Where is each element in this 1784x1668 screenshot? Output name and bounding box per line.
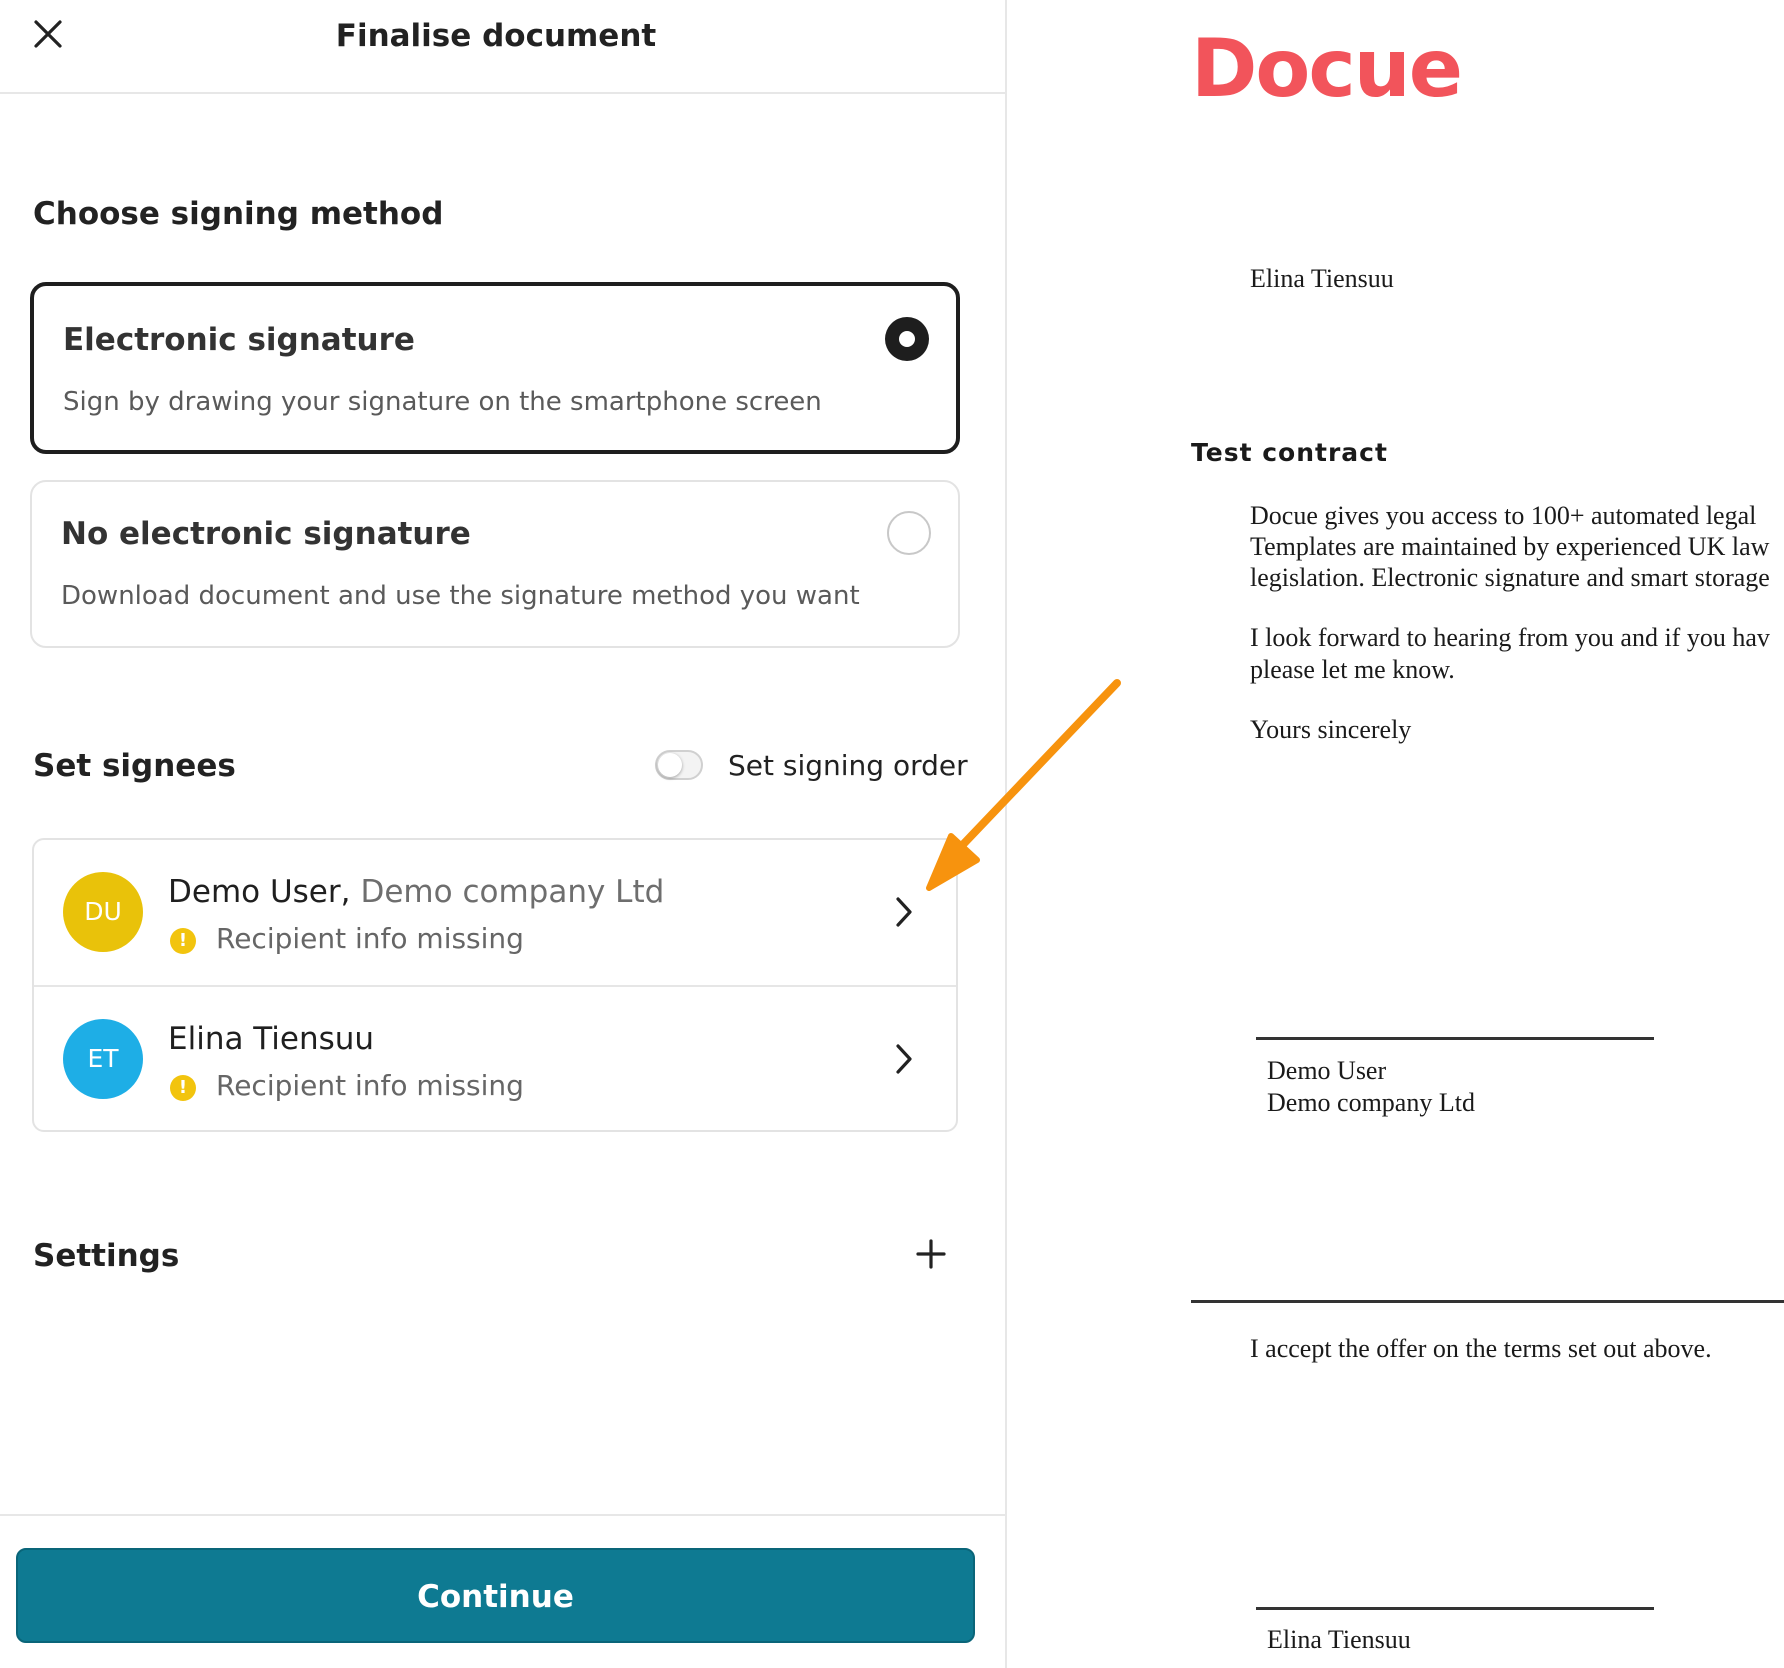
option-title: Electronic signature	[63, 322, 415, 358]
signees-list: DU Demo User, Demo company Ltd ! Recipien…	[32, 838, 958, 1132]
signee-status: Recipient info missing	[216, 1069, 524, 1102]
continue-button[interactable]: Continue	[16, 1548, 975, 1643]
signee-row-elina-tiensuu[interactable]: ET Elina Tiensuu ! Recipient info missin…	[34, 985, 956, 1130]
plus-icon[interactable]	[915, 1238, 947, 1270]
doc-paragraph-line: Docue gives you access to 100+ automated…	[1250, 501, 1757, 530]
doc-signer-company: Demo company Ltd	[1267, 1088, 1475, 1117]
option-no-electronic-signature[interactable]: No electronic signature Download documen…	[30, 480, 960, 648]
avatar: DU	[63, 872, 143, 952]
doc-acceptance: I accept the offer on the terms set out …	[1250, 1334, 1712, 1363]
warning-icon: !	[170, 1075, 196, 1101]
radio-selected[interactable]	[885, 317, 929, 361]
doc-paragraph-line: Templates are maintained by experienced …	[1250, 532, 1770, 561]
signing-order-label: Set signing order	[728, 749, 968, 782]
chevron-right-icon[interactable]	[892, 895, 916, 929]
signee-row-demo-user[interactable]: DU Demo User, Demo company Ltd ! Recipien…	[34, 840, 956, 985]
option-description: Sign by drawing your signature on the sm…	[63, 387, 822, 417]
docue-logo: Docue	[1191, 22, 1463, 115]
top-bar: Finalise document	[0, 0, 1005, 94]
footer-divider	[0, 1514, 1005, 1516]
signature-line	[1256, 1607, 1654, 1610]
signing-method-heading: Choose signing method	[33, 196, 444, 232]
signee-name: Demo User, Demo company Ltd	[168, 874, 664, 910]
toggle-knob	[658, 753, 682, 777]
radio-unselected[interactable]	[887, 511, 931, 555]
doc-paragraph-line: legislation. Electronic signature and sm…	[1250, 563, 1770, 592]
chevron-right-icon[interactable]	[892, 1042, 916, 1076]
option-title: No electronic signature	[61, 516, 471, 552]
signee-person: Demo User,	[168, 874, 351, 910]
signee-company: Demo company Ltd	[360, 874, 665, 910]
doc-recipient: Elina Tiensuu	[1250, 264, 1394, 293]
doc-signer-name: Elina Tiensuu	[1267, 1625, 1411, 1654]
page-title: Finalise document	[335, 18, 657, 54]
warning-icon: !	[170, 928, 196, 954]
finalise-panel: Finalise document Choose signing method …	[0, 0, 1007, 1668]
doc-title: Test contract	[1191, 438, 1388, 467]
signing-order-toggle[interactable]	[655, 750, 703, 780]
avatar: ET	[63, 1019, 143, 1099]
doc-closing: Yours sincerely	[1250, 715, 1412, 744]
option-description: Download document and use the signature …	[61, 581, 860, 611]
document-preview: Docue Elina Tiensuu Test contract Docue …	[1009, 0, 1784, 1668]
doc-signer-name: Demo User	[1267, 1056, 1387, 1085]
option-electronic-signature[interactable]: Electronic signature Sign by drawing you…	[30, 282, 960, 454]
doc-paragraph-line: please let me know.	[1250, 655, 1455, 684]
doc-paragraph-line: I look forward to hearing from you and i…	[1250, 623, 1770, 652]
settings-heading: Settings	[33, 1238, 180, 1274]
signature-line	[1256, 1037, 1654, 1040]
section-divider	[1191, 1300, 1784, 1303]
signees-heading: Set signees	[33, 748, 236, 784]
signee-status: Recipient info missing	[216, 922, 524, 955]
signee-name: Elina Tiensuu	[168, 1021, 375, 1057]
